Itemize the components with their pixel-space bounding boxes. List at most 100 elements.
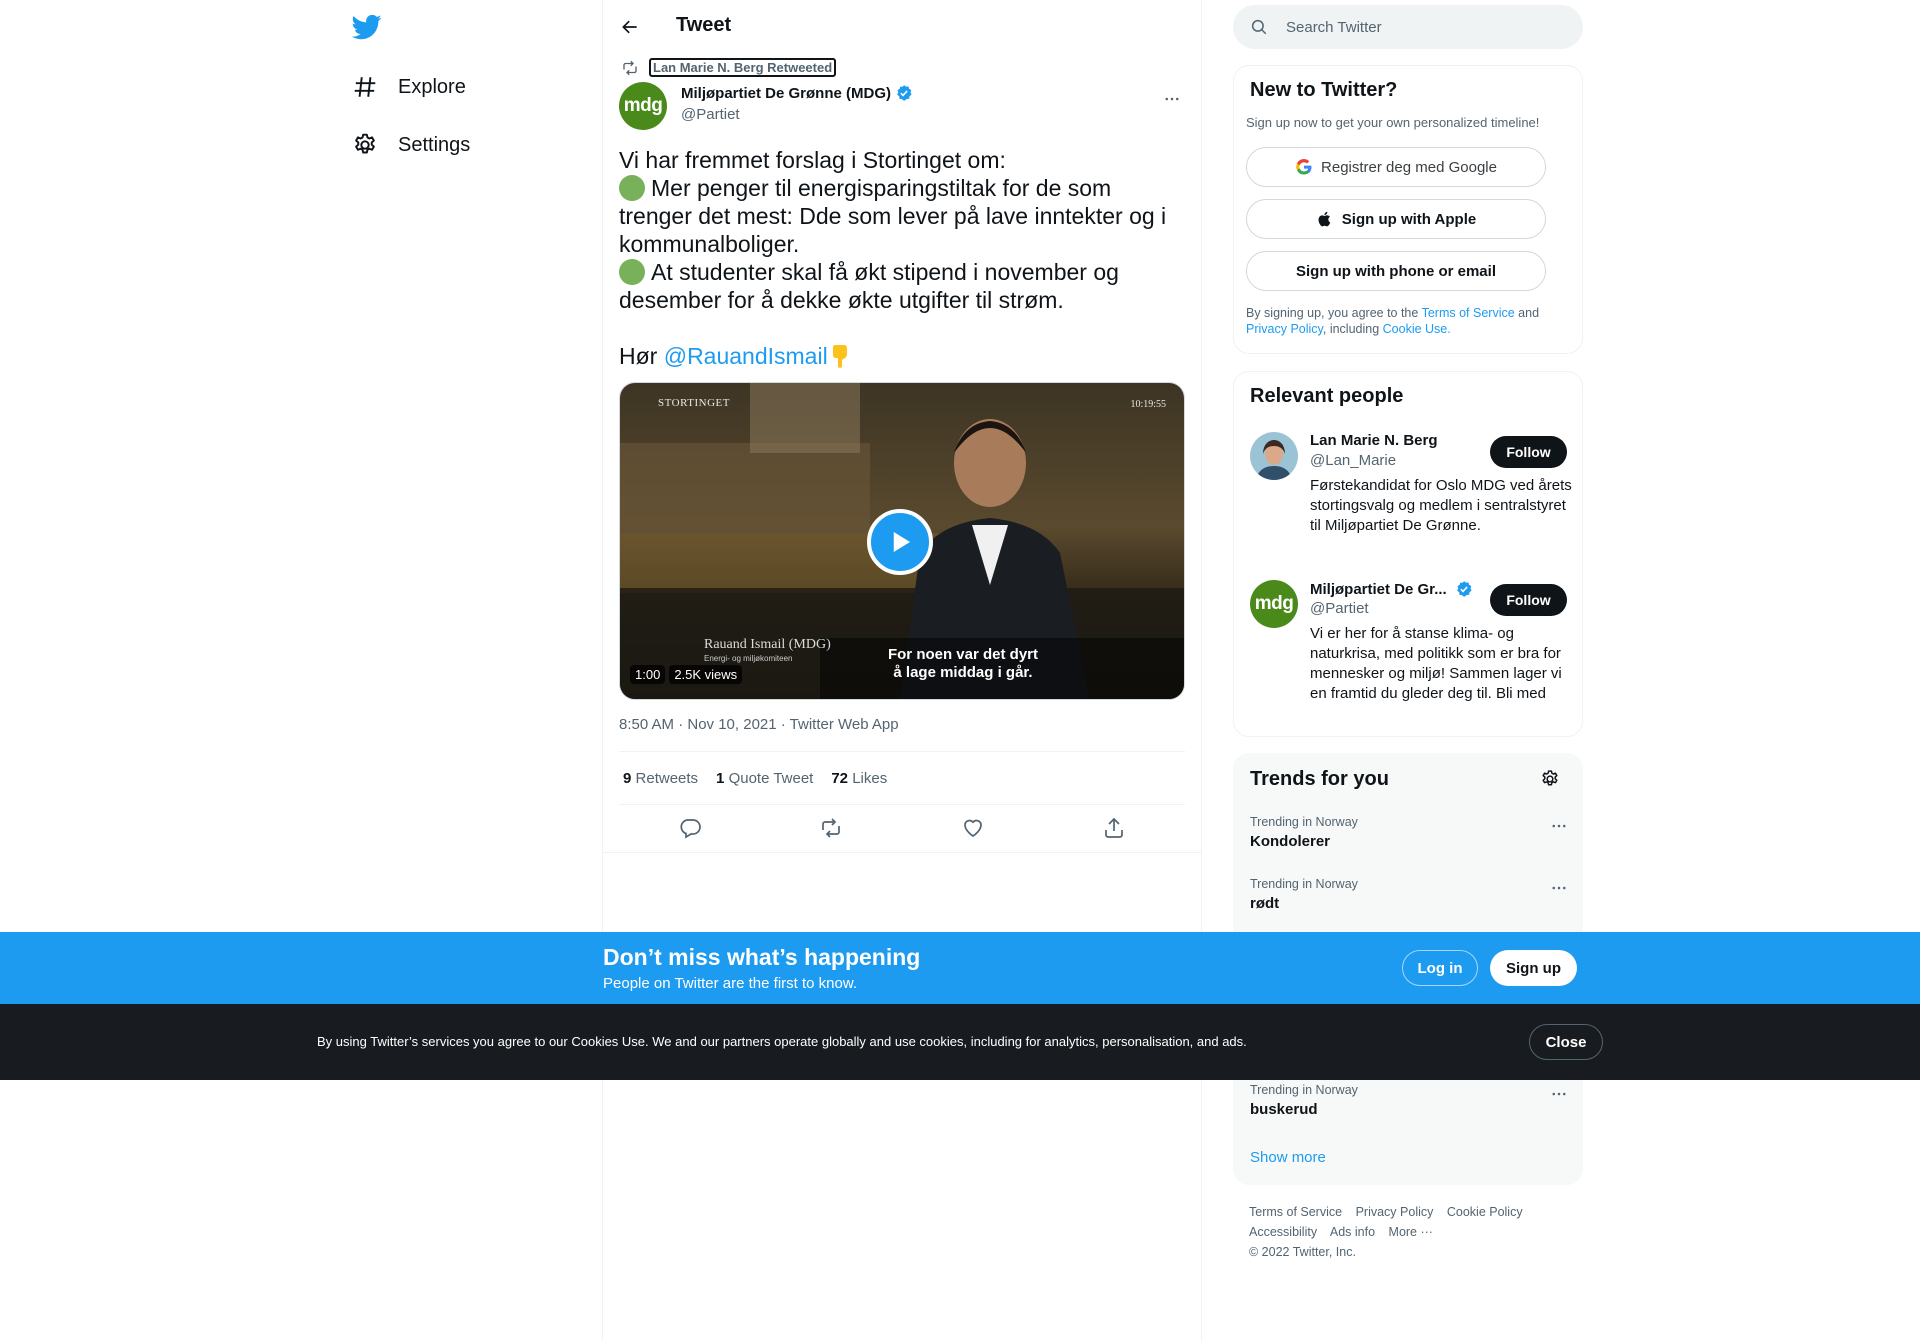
tweet-timestamp[interactable]: 8:50 AM · Nov 10, 2021 · Twitter Web App bbox=[619, 716, 899, 733]
quotes-stat[interactable]: 1 Quote Tweet bbox=[716, 770, 813, 787]
green-circle-emoji-icon bbox=[619, 175, 645, 201]
tweet-text: Vi har fremmet forslag i Stortinget om: … bbox=[619, 146, 1185, 370]
person-bio: Førstekandidat for Oslo MDG ved årets st… bbox=[1310, 477, 1572, 534]
legal-text: By signing up, you agree to the Terms of… bbox=[1246, 305, 1566, 337]
more-options-icon[interactable] bbox=[1159, 86, 1185, 112]
video-player[interactable]: STORTINGET 10:19:55 Rauand Ismail (MDG) … bbox=[619, 382, 1185, 700]
legal-and: and bbox=[1514, 306, 1540, 320]
play-icon bbox=[893, 532, 910, 552]
privacy-link[interactable]: Privacy Policy bbox=[1246, 322, 1323, 336]
person-bio: Vi er her for å stanse klima- og naturkr… bbox=[1310, 625, 1562, 702]
main-column: Tweet Lan Marie N. Berg Retweeted mdg Mi… bbox=[602, 0, 1202, 1341]
terms-link[interactable]: Terms of Service bbox=[1422, 306, 1515, 320]
signup-banner: Don’t miss what’s happening People on Tw… bbox=[0, 932, 1920, 1004]
twitter-bird-icon[interactable] bbox=[352, 12, 382, 42]
likes-stat[interactable]: 72 Likes bbox=[831, 770, 887, 787]
author-name[interactable]: Miljøpartiet De Grønne (MDG) bbox=[681, 84, 913, 102]
avatar[interactable] bbox=[1250, 432, 1298, 480]
mention-link[interactable]: @RauandIsmail bbox=[664, 343, 828, 369]
author-handle[interactable]: @Partiet bbox=[681, 106, 740, 123]
more-options-icon[interactable] bbox=[1550, 1085, 1570, 1105]
card-title: Relevant people bbox=[1250, 385, 1404, 407]
close-button[interactable]: Close bbox=[1529, 1024, 1603, 1060]
likes-label: Likes bbox=[852, 770, 888, 787]
video-timestamp: 10:19:55 bbox=[1130, 399, 1166, 410]
like-heart-icon[interactable] bbox=[961, 816, 985, 840]
quotes-count: 1 bbox=[716, 770, 725, 787]
apple-signup-button[interactable]: Sign up with Apple bbox=[1246, 199, 1546, 239]
gear-icon[interactable] bbox=[1540, 769, 1562, 791]
video-subtitle-line-1: For noen var det dyrt bbox=[887, 646, 1039, 663]
tweet-stats: 9 Retweets 1 Quote Tweet 72 Likes bbox=[623, 770, 887, 787]
tweet-text-point-1: Mer penger til energisparingstiltak for … bbox=[619, 174, 1185, 258]
retweets-label: Retweets bbox=[635, 770, 699, 787]
search-box[interactable] bbox=[1233, 5, 1583, 49]
play-button[interactable] bbox=[867, 509, 933, 575]
tweet-text-point-2: At studenter skal få økt stipend i novem… bbox=[619, 258, 1185, 314]
banner-title: Don’t miss what’s happening bbox=[603, 944, 921, 970]
follow-button[interactable]: Follow bbox=[1490, 584, 1567, 616]
retweets-count: 9 bbox=[623, 770, 632, 787]
footer-privacy-link[interactable]: Privacy Policy bbox=[1356, 1205, 1434, 1219]
phone-email-signup-button[interactable]: Sign up with phone or email bbox=[1246, 251, 1546, 291]
legal-prefix: By signing up, you agree to the bbox=[1246, 306, 1422, 320]
login-button[interactable]: Log in bbox=[1402, 950, 1478, 986]
google-signup-label: Registrer deg med Google bbox=[1321, 158, 1497, 176]
retweeted-by-link[interactable]: Lan Marie N. Berg Retweeted bbox=[649, 58, 837, 77]
nav-settings[interactable]: Settings bbox=[352, 121, 470, 169]
google-signup-button[interactable]: Registrer deg med Google bbox=[1246, 147, 1546, 187]
search-icon bbox=[1250, 18, 1268, 36]
signup-button[interactable]: Sign up bbox=[1490, 950, 1577, 986]
person-handle[interactable]: @Partiet bbox=[1310, 600, 1369, 617]
trend-name: buskerud bbox=[1250, 1101, 1318, 1118]
trend-name: Kondolerer bbox=[1250, 833, 1331, 850]
footer-accessibility-link[interactable]: Accessibility bbox=[1249, 1225, 1317, 1239]
share-icon[interactable] bbox=[1102, 816, 1126, 840]
gear-icon bbox=[352, 132, 378, 158]
footer-more-link[interactable]: More ··· bbox=[1389, 1225, 1433, 1239]
cookie-use-link[interactable]: Cookie Use. bbox=[1383, 322, 1451, 336]
person-name[interactable]: Miljøpartiet De Gr... bbox=[1310, 580, 1473, 598]
nav-explore-label: Explore bbox=[398, 75, 466, 98]
show-more-link[interactable]: Show more bbox=[1250, 1149, 1326, 1166]
tweet-actions bbox=[619, 816, 1185, 844]
trend-item[interactable]: Trending in Norway buskerud bbox=[1250, 1083, 1570, 1118]
video-views: 2.5K views bbox=[669, 665, 743, 684]
follow-button[interactable]: Follow bbox=[1490, 436, 1567, 468]
cookie-text: By using Twitter’s services you agree to… bbox=[317, 1034, 1247, 1049]
video-badge: 1:00 2.5K views bbox=[630, 665, 743, 684]
retweet-icon bbox=[621, 59, 639, 77]
trend-item[interactable]: Trending in Norway Kondolerer bbox=[1250, 815, 1570, 850]
nav-settings-label: Settings bbox=[398, 133, 471, 156]
retweets-stat[interactable]: 9 Retweets bbox=[623, 770, 698, 787]
person-handle[interactable]: @Lan_Marie bbox=[1310, 452, 1396, 469]
person-name[interactable]: Lan Marie N. Berg bbox=[1310, 432, 1438, 449]
tweet-author: mdg Miljøpartiet De Grønne (MDG) @Partie… bbox=[619, 82, 1185, 130]
card-title: New to Twitter? bbox=[1250, 79, 1398, 101]
legal-including: , including bbox=[1322, 322, 1383, 336]
footer-links-row-2: Accessibility Ads info More ··· bbox=[1249, 1222, 1569, 1242]
more-options-icon[interactable] bbox=[1550, 817, 1570, 837]
verified-badge-icon bbox=[895, 84, 913, 102]
card-title: Trends for you bbox=[1250, 768, 1389, 790]
retweet-icon[interactable] bbox=[819, 816, 843, 840]
author-name-text: Miljøpartiet De Grønne (MDG) bbox=[681, 84, 891, 102]
trend-context: Trending in Norway bbox=[1250, 877, 1358, 891]
trend-item[interactable]: Trending in Norway rødt bbox=[1250, 877, 1570, 912]
footer-ads-info-link[interactable]: Ads info bbox=[1330, 1225, 1375, 1239]
hear-text: Hør bbox=[619, 343, 664, 369]
copyright: © 2022 Twitter, Inc. bbox=[1249, 1245, 1356, 1259]
nav-explore[interactable]: Explore bbox=[352, 63, 466, 111]
footer-terms-link[interactable]: Terms of Service bbox=[1249, 1205, 1342, 1219]
avatar[interactable]: mdg bbox=[1250, 580, 1298, 628]
search-input[interactable] bbox=[1286, 18, 1556, 36]
footer-cookie-link[interactable]: Cookie Policy bbox=[1447, 1205, 1523, 1219]
banner-subtitle: People on Twitter are the first to know. bbox=[603, 975, 858, 992]
green-circle-emoji-icon bbox=[619, 259, 645, 285]
avatar[interactable]: mdg bbox=[619, 82, 667, 130]
more-options-icon[interactable] bbox=[1550, 879, 1570, 899]
likes-count: 72 bbox=[831, 770, 849, 787]
apple-signup-label: Sign up with Apple bbox=[1341, 210, 1477, 228]
back-arrow-icon[interactable] bbox=[613, 10, 647, 44]
reply-icon[interactable] bbox=[678, 816, 702, 840]
